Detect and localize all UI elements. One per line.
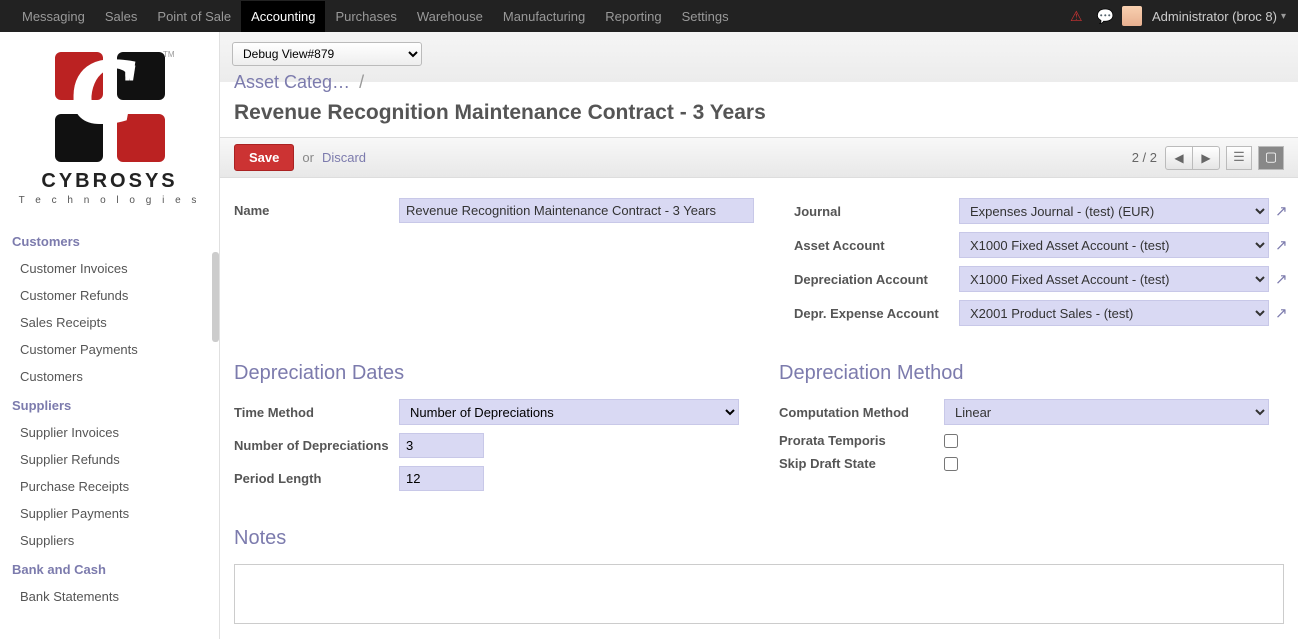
external-link-icon[interactable]: ↗	[1275, 304, 1288, 322]
debug-view-select[interactable]: Debug View#879	[232, 42, 422, 66]
skip-draft-label: Skip Draft State	[779, 456, 944, 471]
pager-count: 2 / 2	[1132, 150, 1157, 165]
time-method-select[interactable]: Number of Depreciations	[399, 399, 739, 425]
notes-textarea[interactable]	[234, 564, 1284, 624]
save-button[interactable]: Save	[234, 144, 294, 171]
top-nav: MessagingSalesPoint of SaleAccountingPur…	[0, 0, 1298, 32]
depreciation-dates-heading: Depreciation Dates	[234, 362, 739, 385]
breadcrumb-parent[interactable]: Asset Categ…	[234, 72, 350, 92]
form-view-button[interactable]: ▢	[1258, 146, 1284, 170]
side-item-supplier-payments[interactable]: Supplier Payments	[0, 500, 219, 527]
main-content: Debug View#879 Asset Categ… / Revenue Re…	[220, 32, 1298, 639]
side-item-customers[interactable]: Customers	[0, 363, 219, 390]
side-item-bank-statements[interactable]: Bank Statements	[0, 583, 219, 610]
prorata-label: Prorata Temporis	[779, 433, 944, 448]
side-item-sales-receipts[interactable]: Sales Receipts	[0, 309, 219, 336]
nav-sales[interactable]: Sales	[95, 1, 148, 32]
logo: TM C CYBROSYS T e c h n o l o g i e s	[0, 42, 219, 226]
nav-accounting[interactable]: Accounting	[241, 1, 325, 32]
num-depr-input[interactable]	[399, 433, 484, 458]
side-item-customer-invoices[interactable]: Customer Invoices	[0, 255, 219, 282]
scrollbar-thumb[interactable]	[212, 252, 219, 342]
depr-expense-label: Depr. Expense Account	[794, 306, 959, 321]
nav-manufacturing[interactable]: Manufacturing	[493, 1, 595, 32]
pager-prev-button[interactable]: ◀	[1165, 146, 1193, 170]
notes-heading: Notes	[234, 527, 1284, 550]
nav-purchases[interactable]: Purchases	[325, 1, 406, 32]
list-view-button[interactable]: ☰	[1226, 146, 1252, 170]
toolbar: Save or Discard 2 / 2 ◀▶ ☰▢	[220, 137, 1298, 178]
time-method-label: Time Method	[234, 405, 399, 420]
nav-warehouse[interactable]: Warehouse	[407, 1, 493, 32]
asset-account-select[interactable]: X1000 Fixed Asset Account - (test)	[959, 232, 1269, 258]
name-label: Name	[234, 203, 399, 218]
pager-next-button[interactable]: ▶	[1192, 146, 1220, 170]
comp-method-select[interactable]: Linear	[944, 399, 1269, 425]
side-item-suppliers[interactable]: Suppliers	[0, 527, 219, 554]
chat-icon[interactable]: 💬	[1097, 8, 1114, 25]
side-item-supplier-invoices[interactable]: Supplier Invoices	[0, 419, 219, 446]
or-text: or	[302, 150, 314, 165]
form-sheet: Name Journal Expenses Journal - (test) (…	[220, 178, 1298, 639]
prorata-checkbox[interactable]	[944, 434, 958, 448]
alert-icon[interactable]: ⚠	[1070, 8, 1083, 25]
side-item-purchase-receipts[interactable]: Purchase Receipts	[0, 473, 219, 500]
num-depr-label: Number of Depreciations	[234, 438, 399, 453]
nav-settings[interactable]: Settings	[672, 1, 739, 32]
sidebar: TM C CYBROSYS T e c h n o l o g i e s Cu…	[0, 32, 220, 639]
period-length-input[interactable]	[399, 466, 484, 491]
discard-link[interactable]: Discard	[322, 150, 366, 165]
period-length-label: Period Length	[234, 471, 399, 486]
depreciation-method-heading: Depreciation Method	[779, 362, 1284, 385]
external-link-icon[interactable]: ↗	[1275, 236, 1288, 254]
comp-method-label: Computation Method	[779, 405, 944, 420]
side-section-customers: Customers	[0, 226, 219, 255]
side-section-suppliers: Suppliers	[0, 390, 219, 419]
nav-point-of-sale[interactable]: Point of Sale	[147, 1, 241, 32]
side-item-customer-refunds[interactable]: Customer Refunds	[0, 282, 219, 309]
depr-account-select[interactable]: X1000 Fixed Asset Account - (test)	[959, 266, 1269, 292]
page-title: Revenue Recognition Maintenance Contract…	[220, 93, 1298, 137]
journal-select[interactable]: Expenses Journal - (test) (EUR)	[959, 198, 1269, 224]
nav-reporting[interactable]: Reporting	[595, 1, 671, 32]
external-link-icon[interactable]: ↗	[1275, 270, 1288, 288]
side-item-supplier-refunds[interactable]: Supplier Refunds	[0, 446, 219, 473]
asset-account-label: Asset Account	[794, 238, 959, 253]
side-item-customer-payments[interactable]: Customer Payments	[0, 336, 219, 363]
external-link-icon[interactable]: ↗	[1275, 202, 1288, 220]
nav-messaging[interactable]: Messaging	[12, 1, 95, 32]
user-menu[interactable]: Administrator (broc 8)	[1152, 9, 1277, 24]
depr-account-label: Depreciation Account	[794, 272, 959, 287]
breadcrumb: Asset Categ… /	[220, 68, 1298, 93]
avatar[interactable]	[1122, 6, 1142, 26]
journal-label: Journal	[794, 204, 959, 219]
skip-draft-checkbox[interactable]	[944, 457, 958, 471]
caret-down-icon: ▾	[1281, 11, 1286, 22]
name-input[interactable]	[399, 198, 754, 223]
depr-expense-select[interactable]: X2001 Product Sales - (test)	[959, 300, 1269, 326]
side-section-bank-and-cash: Bank and Cash	[0, 554, 219, 583]
